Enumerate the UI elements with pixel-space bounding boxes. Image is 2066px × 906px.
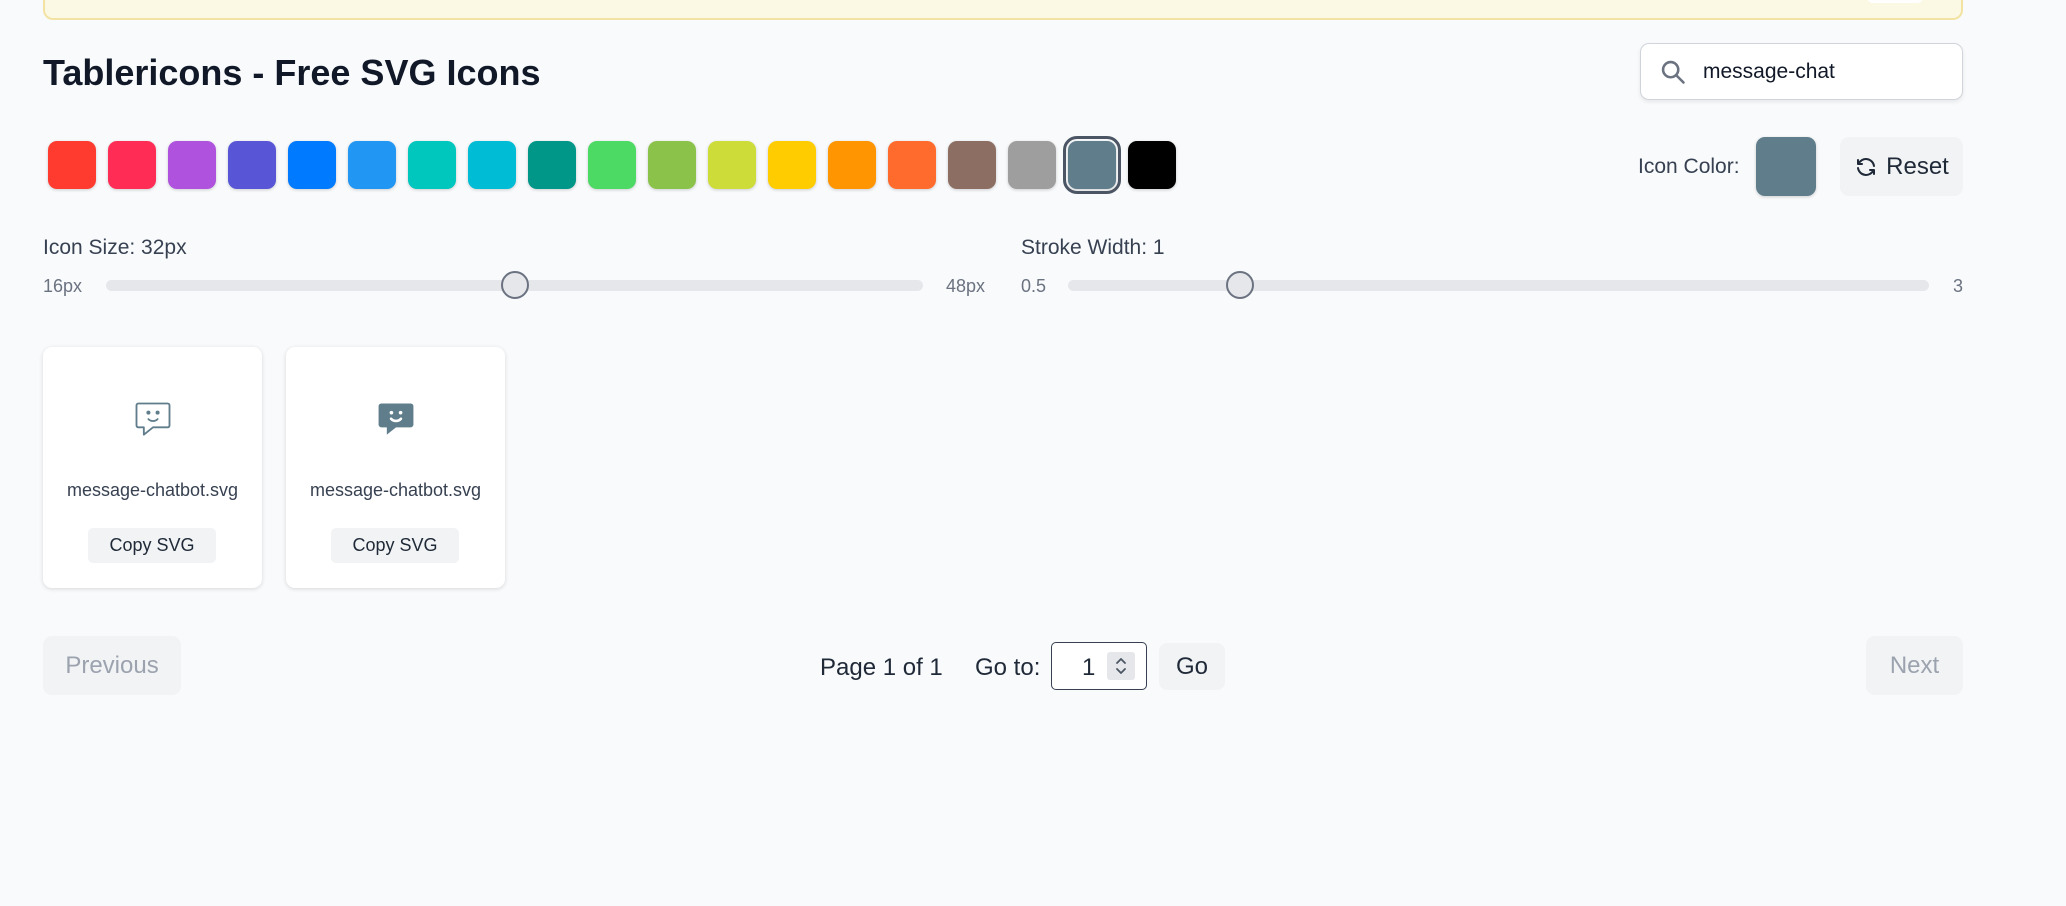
page-title: Tablericons - Free SVG Icons bbox=[43, 52, 541, 93]
color-swatch[interactable] bbox=[108, 141, 156, 189]
number-stepper[interactable] bbox=[1107, 652, 1135, 680]
goto-page-input[interactable]: 1 bbox=[1051, 642, 1147, 690]
color-swatch[interactable] bbox=[528, 141, 576, 189]
stroke-width-slider[interactable] bbox=[1068, 271, 1929, 299]
color-swatch[interactable] bbox=[348, 141, 396, 189]
color-swatch[interactable] bbox=[768, 141, 816, 189]
stroke-width-slider-thumb[interactable] bbox=[1226, 271, 1255, 299]
color-swatch[interactable] bbox=[648, 141, 696, 189]
stroke-width-max-label: 3 bbox=[1953, 276, 1964, 296]
banner-button[interactable] bbox=[1867, 0, 1923, 3]
icon-size-max-label: 48px bbox=[946, 276, 986, 296]
color-swatches bbox=[48, 136, 1188, 194]
color-swatch[interactable] bbox=[708, 141, 756, 189]
icon-color-label: Icon Color: bbox=[1638, 155, 1740, 178]
search-input[interactable] bbox=[1703, 59, 1943, 84]
previous-button[interactable]: Previous bbox=[43, 636, 181, 695]
stroke-width-label: Stroke Width: 1 bbox=[1021, 236, 1165, 259]
goto-page-value: 1 bbox=[1082, 654, 1096, 681]
icon-size-slider[interactable] bbox=[106, 271, 923, 299]
next-button[interactable]: Next bbox=[1866, 636, 1963, 695]
color-swatch[interactable] bbox=[588, 141, 636, 189]
color-swatch[interactable] bbox=[468, 141, 516, 189]
message-chatbot-filled-icon bbox=[378, 403, 414, 435]
color-swatch[interactable] bbox=[948, 141, 996, 189]
icon-color-picker[interactable] bbox=[1756, 137, 1816, 196]
top-banner bbox=[43, 0, 1963, 20]
icon-size-label: Icon Size: 32px bbox=[43, 236, 187, 259]
copy-svg-button[interactable]: Copy SVG bbox=[88, 528, 216, 563]
reset-button[interactable]: Reset bbox=[1840, 137, 1963, 196]
color-swatch[interactable] bbox=[168, 141, 216, 189]
color-swatch[interactable] bbox=[1128, 141, 1176, 189]
color-swatch[interactable] bbox=[888, 141, 936, 189]
color-swatch[interactable] bbox=[1063, 136, 1121, 194]
refresh-icon bbox=[1857, 157, 1876, 176]
icon-file-name: message-chatbot.svg bbox=[309, 480, 482, 500]
reset-label: Reset bbox=[1886, 152, 1949, 180]
go-button[interactable]: Go bbox=[1159, 643, 1225, 690]
page-info: Page 1 of 1 bbox=[820, 654, 943, 681]
color-swatch[interactable] bbox=[1008, 141, 1056, 189]
icon-card[interactable]: message-chatbot.svg Copy SVG bbox=[43, 347, 262, 588]
color-swatch[interactable] bbox=[408, 141, 456, 189]
message-chatbot-icon bbox=[135, 402, 171, 436]
search-icon bbox=[1661, 60, 1685, 84]
color-swatch[interactable] bbox=[828, 141, 876, 189]
icon-size-min-label: 16px bbox=[43, 276, 83, 296]
goto-label: Go to: bbox=[975, 654, 1041, 681]
copy-svg-button[interactable]: Copy SVG bbox=[331, 528, 459, 563]
search-box[interactable] bbox=[1640, 43, 1963, 100]
color-swatch[interactable] bbox=[228, 141, 276, 189]
icon-file-name: message-chatbot.svg bbox=[66, 480, 239, 500]
stroke-width-min-label: 0.5 bbox=[1021, 276, 1047, 296]
color-swatch[interactable] bbox=[288, 141, 336, 189]
icon-card[interactable]: message-chatbot.svg Copy SVG bbox=[286, 347, 505, 588]
icon-size-slider-thumb[interactable] bbox=[500, 271, 529, 299]
color-swatch[interactable] bbox=[48, 141, 96, 189]
stepper-chevron-icon bbox=[1116, 658, 1126, 674]
